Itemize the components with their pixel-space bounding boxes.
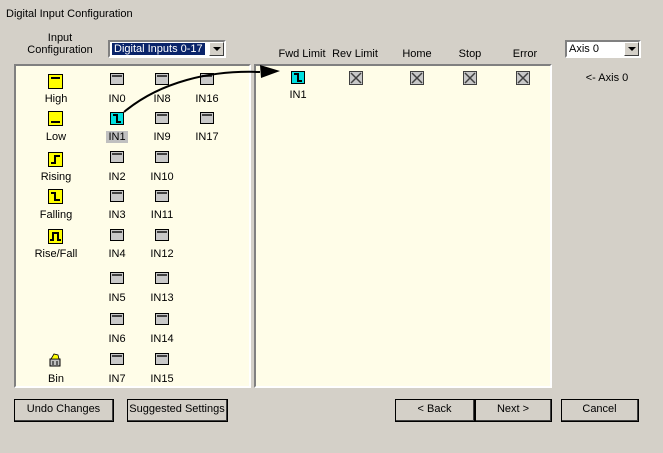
- input-configuration-label-line1: Input: [47, 32, 73, 44]
- axis-dropdown[interactable]: Axis 0: [565, 40, 641, 58]
- input-label-IN12: IN12: [150, 248, 174, 260]
- rising-edge-icon[interactable]: [48, 152, 63, 167]
- column-rev-limit: Rev Limit: [332, 48, 378, 60]
- mode-label-falling: Falling: [39, 209, 73, 221]
- bin-label: Bin: [48, 373, 64, 385]
- input-IN11-icon[interactable]: [155, 190, 169, 202]
- suggested-settings-button[interactable]: Suggested Settings: [127, 399, 228, 422]
- falling-edge-icon[interactable]: [48, 189, 63, 204]
- assignment-panel: [254, 64, 552, 388]
- input-label-IN14: IN14: [150, 333, 174, 345]
- axis-value: Axis 0: [569, 43, 599, 55]
- chevron-down-icon[interactable]: [209, 42, 224, 56]
- mode-label-high: High: [44, 93, 68, 105]
- input-label-IN17: IN17: [195, 131, 219, 143]
- column-stop: Stop: [458, 48, 482, 60]
- input-IN15-icon[interactable]: [155, 353, 169, 365]
- window-title: Digital Input Configuration: [6, 8, 133, 20]
- input-configuration-value: Digital Inputs 0-17: [112, 43, 205, 55]
- input-IN4-icon[interactable]: [110, 229, 124, 241]
- input-configuration-label-line2: Configuration: [27, 44, 93, 56]
- mode-label-low: Low: [45, 131, 67, 143]
- input-IN2-icon[interactable]: [110, 151, 124, 163]
- axis-indicator: <- Axis 0: [585, 72, 629, 84]
- input-IN14-icon[interactable]: [155, 313, 169, 325]
- input-IN6-icon[interactable]: [110, 313, 124, 325]
- mode-label-rise-fall: Rise/Fall: [34, 248, 78, 260]
- next-button[interactable]: Next >: [475, 399, 552, 422]
- input-label-IN10: IN10: [150, 171, 174, 183]
- back-button[interactable]: < Back: [395, 399, 475, 422]
- input-IN3-icon[interactable]: [110, 190, 124, 202]
- error-empty-slot-icon[interactable]: [516, 71, 530, 85]
- stop-empty-slot-icon[interactable]: [463, 71, 477, 85]
- input-label-IN11: IN11: [150, 209, 174, 221]
- column-error: Error: [512, 48, 538, 60]
- input-configuration-label: Input Configuration: [16, 32, 104, 56]
- input-label-IN1-text: IN1: [106, 131, 128, 143]
- input-configuration-dropdown[interactable]: Digital Inputs 0-17: [108, 40, 226, 58]
- undo-changes-button[interactable]: Undo Changes: [14, 399, 114, 422]
- input-IN12-icon[interactable]: [155, 229, 169, 241]
- rev-limit-empty-slot-icon[interactable]: [349, 71, 363, 85]
- drag-arrow-icon: [123, 65, 280, 113]
- home-empty-slot-icon[interactable]: [410, 71, 424, 85]
- high-level-icon[interactable]: [48, 74, 63, 89]
- chevron-down-icon[interactable]: [624, 42, 639, 56]
- fwd-limit-assigned-label: IN1: [289, 89, 307, 101]
- column-home: Home: [402, 48, 432, 60]
- cancel-button[interactable]: Cancel: [561, 399, 639, 422]
- fwd-limit-slot-falling-icon[interactable]: [291, 71, 305, 84]
- low-level-icon[interactable]: [48, 111, 63, 126]
- input-IN10-icon[interactable]: [155, 151, 169, 163]
- input-IN7-icon[interactable]: [110, 353, 124, 365]
- input-label-IN13: IN13: [150, 292, 174, 304]
- input-IN13-icon[interactable]: [155, 272, 169, 284]
- mode-label-rising: Rising: [40, 171, 72, 183]
- rise-fall-edge-icon[interactable]: [48, 229, 63, 244]
- column-fwd-limit: Fwd Limit: [278, 48, 326, 60]
- trash-bin-icon[interactable]: [48, 353, 63, 367]
- input-IN5-icon[interactable]: [110, 272, 124, 284]
- input-label-IN15: IN15: [150, 373, 174, 385]
